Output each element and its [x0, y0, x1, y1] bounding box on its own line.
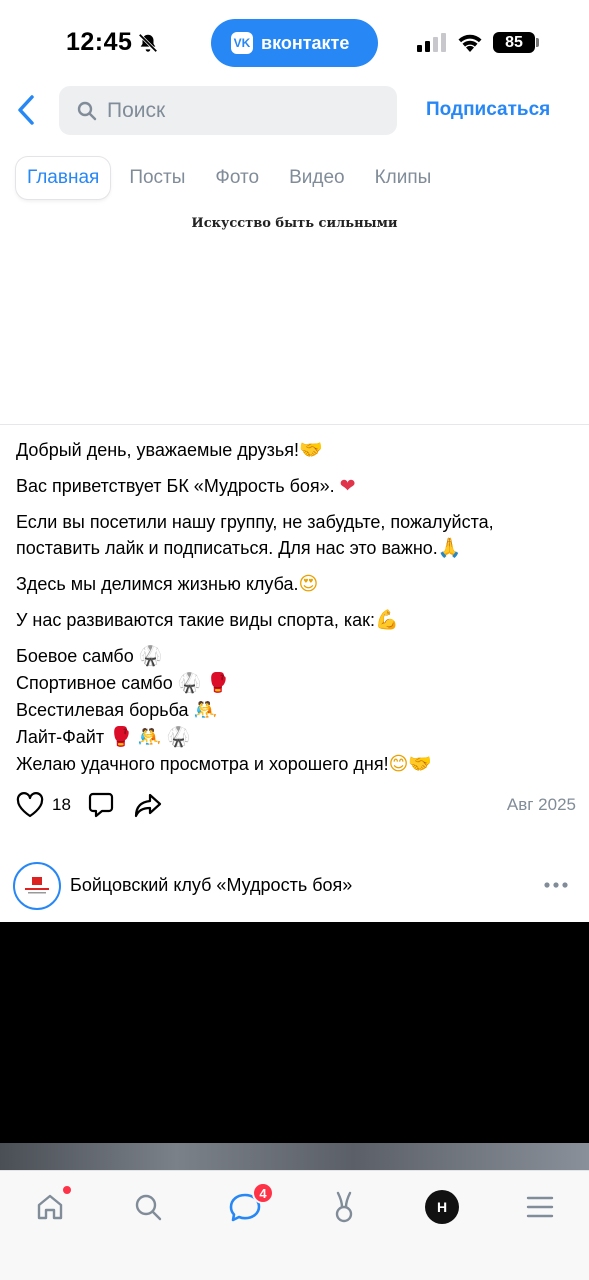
bell-muted-icon: [138, 33, 158, 53]
post-paragraph: Добрый день, уважаемые друзья!: [16, 440, 299, 460]
search-icon: [77, 101, 97, 120]
wrestlers-emoji: 🤼: [137, 726, 162, 748]
post-paragraph: Вас приветствует БК «Мудрость боя».: [16, 476, 335, 496]
battery-indicator: 85: [493, 32, 535, 53]
tab-main[interactable]: Главная: [16, 157, 111, 199]
group-avatar[interactable]: [13, 862, 61, 910]
cover-caption: Искусство быть сильными: [191, 216, 398, 231]
profile-avatar: H: [425, 1190, 459, 1224]
gi-emoji: 🥋: [177, 672, 202, 694]
search-icon: [135, 1194, 162, 1221]
handshake-emoji: 🤝: [408, 753, 433, 775]
video-frame-strip: [0, 1143, 589, 1170]
wifi-icon: [458, 34, 482, 52]
post-paragraph: Если вы посетили нашу группу, не забудьт…: [16, 512, 494, 558]
vk-logo-icon: VK: [231, 32, 253, 54]
share-icon: [134, 793, 162, 818]
home-notification-dot: [63, 1186, 71, 1194]
search-input[interactable]: Поиск: [59, 86, 397, 135]
back-chevron-icon[interactable]: [12, 92, 40, 128]
tab-photo[interactable]: Фото: [200, 157, 274, 199]
post-paragraph: У нас развиваются такие виды спорта, как…: [16, 610, 375, 630]
smile-emoji: 😊: [388, 753, 409, 775]
search-placeholder: Поиск: [107, 98, 166, 122]
comment-icon: [88, 792, 114, 818]
menu-icon: [526, 1196, 554, 1218]
gi-emoji: 🥋: [138, 645, 163, 667]
cellular-signal-icon: [417, 33, 446, 52]
like-button[interactable]: 18: [16, 792, 87, 818]
heart-eyes-emoji: 😍: [298, 573, 319, 595]
nav-messages[interactable]: 4: [222, 1182, 274, 1230]
likes-count: 18: [52, 795, 71, 814]
clips-icon: [335, 1191, 353, 1223]
comment-button[interactable]: [87, 791, 115, 819]
post-author-row[interactable]: Бойцовский клуб «Мудрость боя»: [13, 860, 578, 910]
vk-app-name: вконтакте: [261, 32, 350, 53]
vk-app-pill[interactable]: VK вконтакте: [211, 19, 378, 67]
tab-posts[interactable]: Посты: [114, 157, 200, 199]
muscle-emoji: 💪: [374, 609, 399, 631]
home-icon: [37, 1194, 63, 1220]
post-paragraph: Здесь мы делимся жизнью клуба.: [16, 574, 299, 594]
pray-emoji: 🙏: [437, 537, 462, 559]
gi-emoji: 🥋: [166, 726, 191, 748]
wrestlers-emoji: 🤼: [193, 699, 218, 721]
nav-menu[interactable]: [517, 1184, 563, 1230]
subscribe-button[interactable]: Подписаться: [426, 99, 550, 121]
more-horizontal-icon[interactable]: [544, 882, 568, 888]
list-item: Всестилевая борьба 🤼: [16, 697, 580, 724]
club-logo-icon: [25, 877, 49, 894]
boxing-glove-emoji: 🥊: [109, 726, 133, 748]
nav-home[interactable]: [27, 1184, 73, 1230]
group-name[interactable]: Бойцовский клуб «Мудрость боя»: [70, 875, 352, 896]
sports-list: Боевое самбо 🥋 Спортивное самбо 🥋 🥊 Всес…: [16, 643, 580, 778]
post-date: Авг 2025: [506, 795, 576, 814]
list-item: Желаю удачного просмотра и хорошего дня!…: [16, 751, 580, 778]
bottom-tab-bar: 4 H: [0, 1170, 589, 1280]
community-tabs: Главная Посты Фото Видео Клипы: [16, 157, 446, 199]
status-bar: 12:45 VK вконтакте 85: [0, 0, 589, 86]
nav-search[interactable]: [125, 1184, 171, 1230]
heart-emoji: ❤: [339, 475, 356, 497]
divider: [0, 424, 589, 425]
heart-icon: [16, 792, 44, 818]
tab-clips[interactable]: Клипы: [360, 157, 447, 199]
handshake-emoji: 🤝: [299, 439, 323, 461]
nav-clips[interactable]: [321, 1184, 367, 1230]
list-item: Спортивное самбо 🥋 🥊: [16, 670, 580, 697]
list-item: Боевое самбо 🥋: [16, 643, 580, 670]
share-button[interactable]: [133, 791, 163, 819]
battery-tip: [536, 38, 539, 47]
messages-badge: 4: [252, 1182, 274, 1204]
post-text: Добрый день, уважаемые друзья!🤝 Вас прив…: [16, 437, 580, 778]
post-video[interactable]: [0, 922, 589, 1170]
tab-video[interactable]: Видео: [274, 157, 360, 199]
list-item: Лайт-Файт 🥊 🤼 🥋: [16, 724, 580, 751]
post-actions: 18: [16, 790, 163, 820]
nav-profile[interactable]: H: [419, 1184, 465, 1230]
boxing-glove-emoji: 🥊: [206, 672, 231, 694]
status-time: 12:45: [66, 28, 133, 56]
